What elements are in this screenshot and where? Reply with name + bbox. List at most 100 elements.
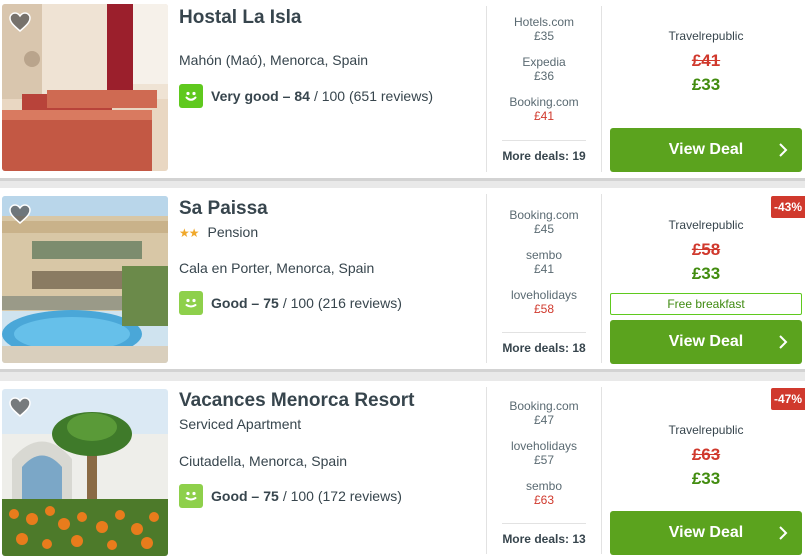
deal-item[interactable]: Hotels.com £35 [494,15,594,43]
heart-icon[interactable] [8,10,32,34]
hotel-type: Serviced Apartment [179,416,302,432]
hotel-location: Mahón (Maó), Menorca, Spain [179,52,369,68]
hotel-info: Sa Paissa ★★ Pension Cala en Porter, Meno… [179,188,479,369]
hotel-card: Hostal La Isla Mahón (Maó), Menorca, Spa… [0,0,805,181]
deal-price: £47 [533,413,555,427]
deal-price: £58 [533,302,555,316]
deal-site: Booking.com [509,95,579,109]
smiley-icon [179,484,203,508]
view-deal-button[interactable]: View Deal [610,511,802,555]
rating-label: Good – [211,295,260,311]
old-price: £63 [691,445,721,464]
deal-site: sembo [525,248,563,262]
chevron-right-icon [776,524,790,542]
provider-name: Travelrepublic [668,423,744,437]
hotel-card: Sa Paissa ★★ Pension Cala en Porter, Meno… [0,188,805,372]
deal-price: £63 [533,493,555,507]
old-price: £41 [691,51,721,70]
provider-name: Travelrepublic [668,218,744,232]
heart-icon[interactable] [8,202,32,226]
provider-name: Travelrepublic [668,29,744,43]
chevron-right-icon [776,141,790,159]
hotel-card: Vacances Menorca Resort Serviced Apartme… [0,381,805,560]
rating-label: Good – [211,488,260,504]
divider [502,523,586,524]
deal-price: £45 [533,222,555,236]
divider [601,6,602,172]
divider [486,194,487,363]
deal-price: £57 [533,453,555,467]
smiley-icon [179,84,203,108]
new-price: £33 [691,469,721,488]
view-deal-label: View Deal [668,524,744,541]
hotel-name[interactable]: Vacances Menorca Resort [179,390,415,412]
deal-site: Hotels.com [513,15,575,29]
price-panel: Travelrepublic £58 £33 Free breakfast Vi… [610,188,802,369]
hotel-photo[interactable] [2,196,168,363]
rating-reviews: / 100 (172 reviews) [282,488,402,504]
deal-site: loveholidays [510,288,578,302]
deal-list: Hotels.com £35 Expedia £36 Booking.com £… [494,0,594,178]
price-panel: Travelrepublic £63 £33 View Deal [610,381,802,560]
deal-site: Booking.com [509,208,579,222]
hotel-rating: Good – 75 / 100 (172 reviews) [179,484,402,508]
deal-item[interactable]: sembo £41 [494,248,594,276]
hotel-type: ★★ Pension [179,224,258,240]
divider [502,332,586,333]
rating-label: Very good – [211,88,291,104]
hotel-location: Ciutadella, Menorca, Spain [179,453,348,469]
divider [486,387,487,554]
view-deal-label: View Deal [668,141,744,158]
deal-item[interactable]: Booking.com £47 [494,399,594,427]
free-breakfast-badge: Free breakfast [610,293,802,315]
deal-list: Booking.com £45 sembo £41 loveholidays £… [494,188,594,369]
hotel-rating: Good – 75 / 100 (216 reviews) [179,291,402,315]
deal-item[interactable]: Expedia £36 [494,55,594,83]
star-rating: ★★ [179,226,199,240]
deal-item[interactable]: loveholidays £57 [494,439,594,467]
hotel-type-label: Pension [207,224,259,240]
divider [601,387,602,554]
more-deals-link[interactable]: More deals: 19 [494,149,594,163]
rating-reviews: / 100 (216 reviews) [282,295,402,311]
deal-site: sembo [525,479,563,493]
deal-item[interactable]: Booking.com £45 [494,208,594,236]
chevron-right-icon [776,333,790,351]
deal-price: £36 [533,69,555,83]
more-deals-link[interactable]: More deals: 13 [494,532,594,546]
smiley-icon [179,291,203,315]
rating-score: 84 [294,88,310,104]
hotel-photo[interactable] [2,389,168,556]
deal-item[interactable]: sembo £63 [494,479,594,507]
deal-site: loveholidays [510,439,578,453]
divider [486,6,487,172]
divider [502,140,586,141]
divider [601,194,602,363]
price-panel: Travelrepublic £41 £33 View Deal [610,0,802,178]
deal-price: £41 [533,109,555,123]
hotel-location: Cala en Porter, Menorca, Spain [179,260,375,276]
view-deal-button[interactable]: View Deal [610,128,802,172]
deal-list: Booking.com £47 loveholidays £57 sembo £… [494,381,594,560]
more-deals-link[interactable]: More deals: 18 [494,341,594,355]
hotel-rating: Very good – 84 / 100 (651 reviews) [179,84,433,108]
deal-site: Booking.com [509,399,579,413]
new-price: £33 [691,75,721,94]
rating-score: 75 [263,488,279,504]
hotel-photo[interactable] [2,4,168,171]
hotel-info: Vacances Menorca Resort Serviced Apartme… [179,381,479,560]
hotel-name[interactable]: Hostal La Isla [179,7,302,29]
heart-icon[interactable] [8,395,32,419]
deal-site: Expedia [522,55,566,69]
hotel-name[interactable]: Sa Paissa [179,198,268,220]
deal-price: £35 [533,29,555,43]
view-deal-button[interactable]: View Deal [610,320,802,364]
hotel-info: Hostal La Isla Mahón (Maó), Menorca, Spa… [179,0,479,178]
rating-reviews: / 100 (651 reviews) [313,88,433,104]
rating-score: 75 [263,295,279,311]
deal-price: £41 [533,262,555,276]
view-deal-label: View Deal [668,333,744,350]
deal-item[interactable]: loveholidays £58 [494,288,594,316]
new-price: £33 [691,264,721,283]
deal-item[interactable]: Booking.com £41 [494,95,594,123]
